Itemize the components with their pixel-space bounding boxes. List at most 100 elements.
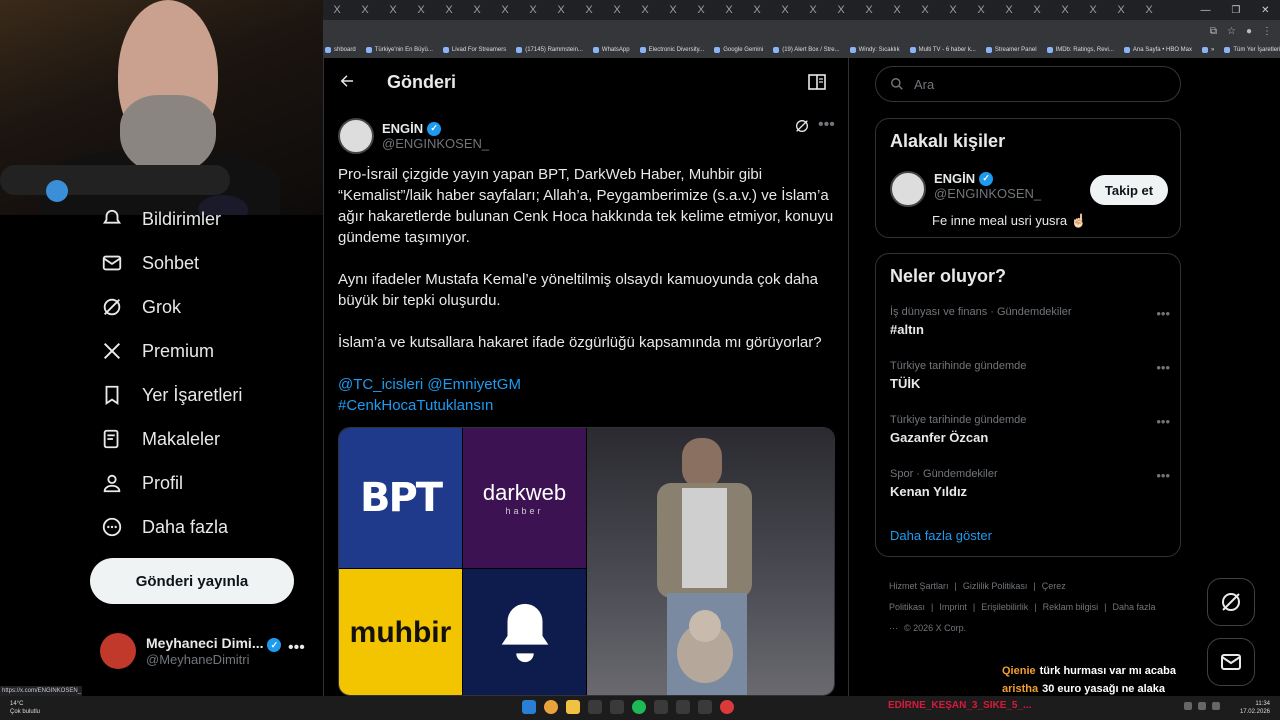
browser-tab[interactable]: X: [715, 4, 743, 16]
bookmark-item[interactable]: Google Gemini: [714, 47, 763, 53]
minimize-button[interactable]: —: [1200, 5, 1210, 16]
bookmark-item[interactable]: Multi TV - 6 haber k...: [909, 47, 976, 53]
account-more-icon[interactable]: •••: [288, 639, 305, 657]
search-input[interactable]: Ara: [914, 77, 934, 92]
nav-item-bildirimler[interactable]: Bildirimler: [100, 207, 221, 231]
trend-more-icon[interactable]: •••: [1156, 414, 1170, 429]
app-icon[interactable]: [698, 700, 712, 714]
nav-item-yer-i-aretleri[interactable]: Yer İşaretleri: [100, 383, 242, 407]
browser-tab[interactable]: X: [1023, 4, 1051, 16]
footer-link[interactable]: © 2026 X Corp.: [904, 623, 966, 633]
reader-mode-icon[interactable]: [808, 74, 826, 95]
spotify-icon[interactable]: [632, 700, 646, 714]
menu-icon[interactable]: ⋮: [1262, 26, 1272, 37]
trend-more-icon[interactable]: •••: [1156, 306, 1170, 321]
nav-item-profil[interactable]: Profil: [100, 471, 183, 495]
tray-icon[interactable]: [1212, 702, 1220, 710]
browser-tab[interactable]: X: [603, 4, 631, 16]
footer-link[interactable]: Reklam bilgisi: [1043, 602, 1099, 612]
grok-float-button[interactable]: [1207, 578, 1255, 626]
footer-link[interactable]: Hizmet Şartları: [889, 581, 949, 591]
browser-tab[interactable]: X: [1051, 4, 1079, 16]
hashtag-link[interactable]: #CenkHocaTutuklansın: [338, 395, 838, 416]
browser-tab[interactable]: X: [827, 4, 855, 16]
browser-tab[interactable]: X: [351, 4, 379, 16]
bookmark-item[interactable]: (19) Alert Box / Stre...: [773, 47, 840, 53]
browser-tab[interactable]: X: [631, 4, 659, 16]
browser-tab[interactable]: X: [323, 4, 351, 16]
browser-tab[interactable]: X: [855, 4, 883, 16]
browser-tab[interactable]: X: [687, 4, 715, 16]
trend-more-icon[interactable]: •••: [1156, 468, 1170, 483]
bookmark-item[interactable]: »: [1202, 47, 1214, 53]
follow-button[interactable]: Takip et: [1090, 175, 1168, 205]
post-author[interactable]: ENGİN ✓ @ENGINKOSEN_: [338, 118, 489, 154]
browser-tab[interactable]: X: [407, 4, 435, 16]
browser-tab[interactable]: X: [547, 4, 575, 16]
nav-item-makaleler[interactable]: Makaleler: [100, 427, 220, 451]
trend-item[interactable]: Spor · Gündemdekiler Kenan Yıldız •••: [890, 468, 1170, 499]
show-more-link[interactable]: Daha fazla göster: [890, 528, 992, 543]
app-icon[interactable]: [588, 700, 602, 714]
browser-tab[interactable]: X: [519, 4, 547, 16]
browser-tab[interactable]: X: [659, 4, 687, 16]
trend-item[interactable]: Türkiye tarihinde gündemde Gazanfer Özca…: [890, 414, 1170, 445]
chrome-icon[interactable]: [544, 700, 558, 714]
footer-link[interactable]: Gizlilik Politikası: [963, 581, 1028, 591]
media-tile-muhbir[interactable]: muhbir: [339, 569, 462, 695]
browser-tab[interactable]: X: [995, 4, 1023, 16]
bookmark-item[interactable]: Electronic Diversity...: [639, 47, 704, 53]
bookmark-item[interactable]: Livad For Streamers: [442, 47, 506, 53]
bookmark-item[interactable]: Türkiye'nin En Büyü...: [365, 47, 433, 53]
nav-item-grok[interactable]: Grok: [100, 295, 181, 319]
browser-tab[interactable]: X: [911, 4, 939, 16]
footer-link[interactable]: Imprint: [939, 602, 967, 612]
browser-tab[interactable]: X: [967, 4, 995, 16]
trend-item[interactable]: İş dünyası ve finans · Gündemdekiler #al…: [890, 306, 1170, 337]
browser-tab[interactable]: X: [883, 4, 911, 16]
bookmark-item[interactable]: Ana Sayfa • HBO Max: [1123, 47, 1192, 53]
media-tile-bell[interactable]: [463, 569, 586, 695]
post-more-icon[interactable]: •••: [818, 116, 835, 134]
browser-tab[interactable]: X: [491, 4, 519, 16]
steam-icon[interactable]: [610, 700, 624, 714]
back-arrow-icon[interactable]: [338, 72, 356, 95]
weather-widget[interactable]: 14°C Çok bulutlu: [10, 700, 40, 716]
trend-more-icon[interactable]: •••: [1156, 360, 1170, 375]
browser-tab[interactable]: X: [435, 4, 463, 16]
bookmark-item[interactable]: WhatsApp: [592, 47, 630, 53]
related-user[interactable]: ENGİN ✓ @ENGINKOSEN_: [890, 171, 1041, 207]
bookmark-item[interactable]: Streamer Panel: [985, 47, 1037, 53]
browser-tab[interactable]: X: [463, 4, 491, 16]
media-tile-bpt[interactable]: BPT: [339, 428, 462, 568]
search-box[interactable]: Ara: [875, 66, 1181, 102]
footer-link[interactable]: Erişilebilirlik: [981, 602, 1028, 612]
explorer-icon[interactable]: [566, 700, 580, 714]
app-icon[interactable]: [720, 700, 734, 714]
browser-tab[interactable]: X: [939, 4, 967, 16]
browser-tab[interactable]: X: [575, 4, 603, 16]
nav-item-daha-fazla[interactable]: Daha fazla: [100, 515, 228, 539]
browser-tab[interactable]: X: [743, 4, 771, 16]
bookmark-item[interactable]: (17145) Rammstein...: [516, 47, 583, 53]
extension-icon[interactable]: ⧉: [1210, 26, 1217, 37]
browser-tab[interactable]: X: [799, 4, 827, 16]
bookmark-item[interactable]: Windy: Sıcaklık: [849, 47, 900, 53]
media-tile-darkweb[interactable]: darkweb haber: [463, 428, 586, 568]
profile-icon[interactable]: ●: [1246, 26, 1252, 37]
tray-icon[interactable]: [1198, 702, 1206, 710]
bookmark-item[interactable]: shboard: [325, 47, 356, 53]
account-switcher[interactable]: Meyhaneci Dimi... ✓ @MeyhaneDimitri •••: [100, 633, 305, 669]
tray-icon[interactable]: [1184, 702, 1192, 710]
post-button[interactable]: Gönderi yayınla: [90, 558, 294, 604]
browser-tab[interactable]: X: [1135, 4, 1163, 16]
post-media-grid[interactable]: BPT darkweb haber muhbir: [338, 427, 835, 696]
messages-float-button[interactable]: [1207, 638, 1255, 686]
nav-item-sohbet[interactable]: Sohbet: [100, 251, 199, 275]
grok-icon[interactable]: [794, 118, 810, 139]
maximize-button[interactable]: ❐: [1231, 5, 1240, 16]
mention-link[interactable]: @TC_icisleri @EmniyetGM: [338, 374, 838, 395]
media-tile-photo[interactable]: [587, 428, 834, 695]
bookmark-item[interactable]: Tüm Yer İşaretleri: [1224, 47, 1280, 53]
windows-start-icon[interactable]: [522, 700, 536, 714]
